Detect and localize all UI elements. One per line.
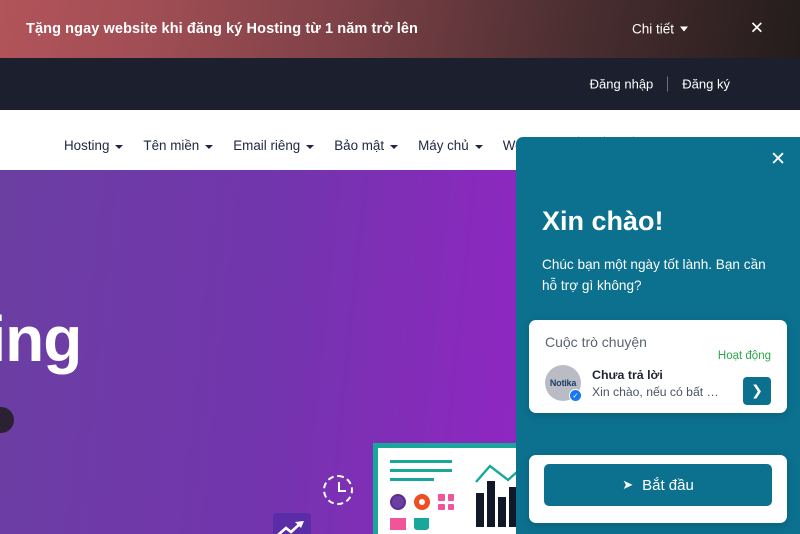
chat-widget: ✕ Xin chào! Chúc bạn một ngày tốt lành. … bbox=[516, 137, 800, 534]
board-teal-shape bbox=[414, 518, 429, 530]
trend-arrow-icon bbox=[277, 521, 304, 534]
board-line bbox=[390, 460, 452, 463]
chat-greeting: Xin chào! bbox=[542, 206, 664, 236]
nav-label: Email riêng bbox=[233, 138, 301, 153]
send-icon: ➤ bbox=[622, 477, 634, 493]
board-pink-square bbox=[390, 518, 406, 530]
chevron-down-icon bbox=[680, 26, 688, 32]
avatar-label: Notika bbox=[549, 378, 577, 388]
chevron-down-icon bbox=[390, 144, 399, 149]
chevron-right-icon: ❯ bbox=[751, 383, 763, 399]
chevron-down-icon bbox=[115, 144, 124, 149]
nav-label: Máy chủ bbox=[418, 138, 469, 153]
board-line bbox=[390, 469, 452, 472]
chat-close-button[interactable]: ✕ bbox=[770, 150, 786, 169]
decorative-dot bbox=[0, 407, 14, 433]
nav-item-hosting[interactable]: Hosting bbox=[64, 138, 124, 153]
status-badge: Hoạt động bbox=[717, 350, 771, 362]
nav-item-email-rieng[interactable]: Email riêng bbox=[233, 138, 315, 153]
conversation-preview: Xin chào, nếu có bất cứ… bbox=[592, 384, 722, 399]
chat-subtitle: Chúc bạn một ngày tốt lành. Bạn cần hỗ t… bbox=[542, 257, 766, 293]
hero-title: ting bbox=[0, 303, 82, 375]
start-conversation-card: ➤ Bắt đầu bbox=[529, 455, 787, 523]
promo-message: Tặng ngay website khi đăng ký Hosting từ… bbox=[26, 21, 418, 37]
board-gear-icon bbox=[414, 494, 430, 510]
start-button[interactable]: ➤ Bắt đầu bbox=[544, 464, 772, 506]
register-link[interactable]: Đăng ký bbox=[668, 77, 744, 92]
nav-label: Hosting bbox=[64, 138, 110, 153]
promo-detail-label: Chi tiết bbox=[631, 21, 674, 37]
verified-badge-icon: ✓ bbox=[569, 389, 582, 402]
utility-links: Đăng nhập Đăng ký bbox=[576, 76, 744, 92]
utility-bar: Đăng nhập Đăng ký bbox=[0, 58, 800, 110]
chevron-down-icon bbox=[306, 144, 315, 149]
start-button-label: Bắt đầu bbox=[642, 476, 694, 494]
promo-banner: Tặng ngay website khi đăng ký Hosting từ… bbox=[0, 0, 800, 58]
board-line bbox=[390, 478, 434, 481]
promo-close-button[interactable]: ✕ bbox=[750, 20, 764, 38]
promo-detail-button[interactable]: Chi tiết bbox=[632, 22, 688, 37]
conversation-card: Cuộc trò chuyện Notika ✓ Chưa trả lời Xi… bbox=[529, 320, 787, 413]
nav-label: Bảo mật bbox=[334, 138, 385, 153]
chevron-down-icon bbox=[474, 144, 483, 149]
nav-item-may-chu[interactable]: Máy chủ bbox=[418, 138, 483, 153]
illustration-clock-icon bbox=[323, 475, 353, 505]
conversation-list-item[interactable]: Notika ✓ Chưa trả lời Xin chào, nếu có b… bbox=[545, 350, 771, 405]
login-link[interactable]: Đăng nhập bbox=[576, 77, 668, 92]
avatar: Notika ✓ bbox=[545, 365, 582, 402]
conversation-section-title: Cuộc trò chuyện bbox=[545, 334, 647, 350]
chevron-down-icon bbox=[205, 144, 214, 149]
open-conversation-button[interactable]: ❯ bbox=[743, 377, 771, 405]
nav-label: Tên miền bbox=[143, 138, 200, 153]
check-icon: ✓ bbox=[572, 390, 579, 400]
nav-item-bao-mat[interactable]: Bảo mật bbox=[334, 138, 399, 153]
board-grid-icon bbox=[438, 494, 454, 510]
illustration-speech-bubble bbox=[273, 513, 311, 534]
board-globe-icon bbox=[390, 494, 406, 510]
nav-item-ten-mien[interactable]: Tên miền bbox=[143, 138, 214, 153]
